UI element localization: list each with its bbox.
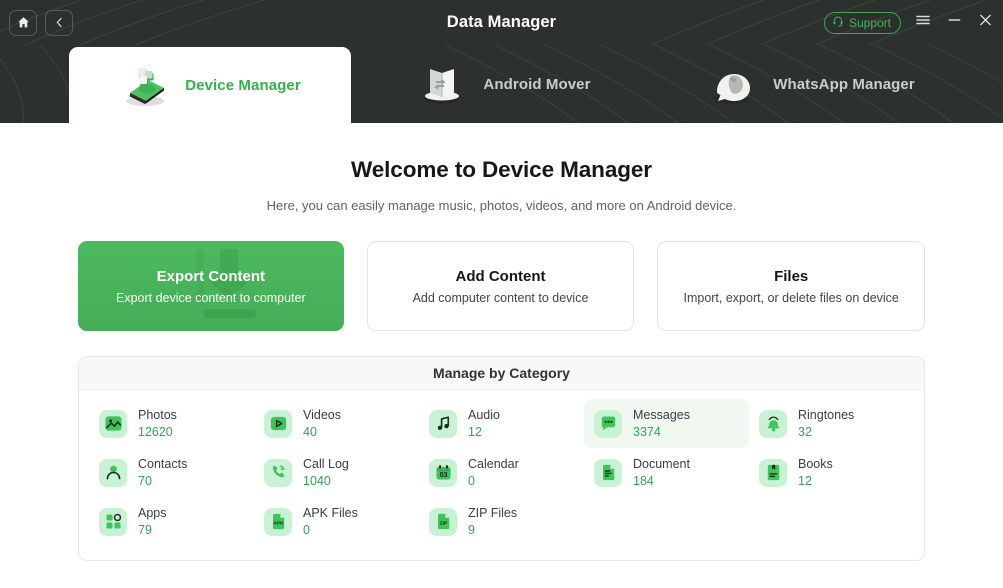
category-label: Apps xyxy=(138,505,167,520)
welcome-subtitle: Here, you can easily manage music, photo… xyxy=(266,198,737,213)
add-content-card[interactable]: Add Content Add computer content to devi… xyxy=(366,241,635,331)
category-item-videos[interactable]: Videos 40 xyxy=(254,399,419,448)
category-count: 12 xyxy=(798,474,812,488)
tab-device-manager[interactable]: Device Manager xyxy=(69,47,351,123)
home-button[interactable] xyxy=(9,9,37,36)
category-label: Contacts xyxy=(138,456,188,471)
category-count: 12 xyxy=(468,425,482,439)
back-button[interactable] xyxy=(45,9,73,36)
zip-file-icon: ZIP xyxy=(429,507,457,536)
category-item-apk-files[interactable]: APK APK Files 0 xyxy=(254,497,419,546)
main-content: Welcome to Device Manager Here, you can … xyxy=(0,123,1003,588)
menu-button[interactable] xyxy=(914,14,932,32)
category-item-apps[interactable]: Apps 79 xyxy=(89,497,254,546)
android-mover-icon xyxy=(417,59,469,109)
category-count: 0 xyxy=(468,474,475,488)
apk-file-icon: APK xyxy=(264,507,292,536)
minimize-icon xyxy=(947,13,962,32)
hamburger-menu-icon xyxy=(915,13,931,32)
calendar-icon: 03 xyxy=(429,458,457,487)
category-count: 1040 xyxy=(303,474,331,488)
tab-android-mover[interactable]: Android Mover xyxy=(359,45,649,123)
category-item-zip-files[interactable]: ZIP ZIP Files 9 xyxy=(419,497,584,546)
category-label: Call Log xyxy=(303,456,349,471)
category-label: Ringtones xyxy=(798,407,855,422)
category-count: 79 xyxy=(138,523,152,537)
category-grid: Photos 12620 Videos 40 Audio 12 Messages… xyxy=(79,390,924,560)
export-content-card[interactable]: Export Content Export device content to … xyxy=(78,241,344,331)
support-button[interactable]: Support xyxy=(823,11,901,34)
category-label: Photos xyxy=(138,407,177,422)
messages-icon xyxy=(594,409,622,438)
category-label: Document xyxy=(633,456,690,471)
back-chevron-icon xyxy=(53,16,66,29)
home-icon xyxy=(17,16,30,29)
svg-text:03: 03 xyxy=(439,472,447,479)
category-row: Photos 12620 Videos 40 Audio 12 Messages… xyxy=(89,399,914,448)
category-count: 32 xyxy=(798,425,812,439)
add-content-title: Add Content xyxy=(455,267,546,285)
svg-text:ZIP: ZIP xyxy=(439,521,447,527)
headset-icon xyxy=(832,15,844,30)
svg-text:APK: APK xyxy=(273,521,284,527)
category-item-messages[interactable]: Messages 3374 xyxy=(584,399,749,448)
category-item-contacts[interactable]: Contacts 70 xyxy=(89,448,254,497)
whatsapp-icon xyxy=(707,59,759,109)
category-item-document[interactable]: Document 184 xyxy=(584,448,749,497)
category-item-books[interactable]: Books 12 xyxy=(749,448,914,497)
photo-icon xyxy=(99,409,127,438)
category-item-call-log[interactable]: Call Log 1040 xyxy=(254,448,419,497)
calllog-icon xyxy=(264,458,292,487)
files-title: Files xyxy=(774,267,809,285)
category-row: Contacts 70 Call Log 1040 03 Calendar 0 … xyxy=(89,448,914,497)
welcome-heading: Welcome to Device Manager xyxy=(351,157,652,182)
contacts-icon xyxy=(99,458,127,487)
export-content-title: Export Content xyxy=(156,267,265,285)
category-count: 3374 xyxy=(633,425,661,439)
audio-icon xyxy=(429,409,457,438)
category-count: 12620 xyxy=(138,425,173,439)
files-subtitle: Import, export, or delete files on devic… xyxy=(683,290,899,305)
category-label: Videos xyxy=(303,407,341,422)
category-label: ZIP Files xyxy=(468,505,518,520)
support-label: Support xyxy=(848,15,891,30)
books-icon xyxy=(759,458,787,487)
ringtone-icon xyxy=(759,409,787,438)
close-button[interactable] xyxy=(976,14,994,32)
title-bar: Data Manager Support xyxy=(0,0,1003,45)
category-label: Messages xyxy=(633,407,690,422)
category-label: Audio xyxy=(468,407,500,422)
minimize-button[interactable] xyxy=(945,14,963,32)
files-card[interactable]: Files Import, export, or delete files on… xyxy=(657,241,926,331)
document-icon xyxy=(594,458,622,487)
tab-whatsapp-manager[interactable]: WhatsApp Manager xyxy=(661,45,961,123)
category-item-calendar[interactable]: 03 Calendar 0 xyxy=(419,448,584,497)
action-card-group: Export Content Export device content to … xyxy=(0,241,1003,331)
category-label: Books xyxy=(798,456,833,471)
video-icon xyxy=(264,409,292,438)
category-label: Calendar xyxy=(468,456,519,471)
category-label: APK Files xyxy=(303,505,358,520)
category-count: 0 xyxy=(303,523,310,537)
add-content-subtitle: Add computer content to device xyxy=(412,290,589,305)
export-content-subtitle: Export device content to computer xyxy=(115,290,306,305)
tab-device-manager-label: Device Manager xyxy=(185,76,301,94)
apps-icon xyxy=(99,507,127,536)
category-count: 184 xyxy=(633,474,654,488)
category-row: Apps 79 APK APK Files 0 ZIP ZIP Files 9 xyxy=(89,497,914,546)
device-phone-icon xyxy=(119,60,171,110)
category-count: 9 xyxy=(468,523,475,537)
category-count: 70 xyxy=(138,474,152,488)
download-arrow-icon xyxy=(195,249,256,318)
module-tab-strip: Device Manager Android Mover WhatsApp Ma… xyxy=(0,45,1003,123)
close-icon xyxy=(978,13,993,32)
manage-by-category-header: Manage by Category xyxy=(79,357,924,390)
tab-whatsapp-manager-label: WhatsApp Manager xyxy=(773,75,915,93)
manage-by-category-panel: Manage by Category Photos 12620 Videos 4… xyxy=(78,356,925,561)
category-item-ringtones[interactable]: Ringtones 32 xyxy=(749,399,914,448)
category-count: 40 xyxy=(303,425,317,439)
tab-android-mover-label: Android Mover xyxy=(483,75,591,93)
category-item-photos[interactable]: Photos 12620 xyxy=(89,399,254,448)
category-item-audio[interactable]: Audio 12 xyxy=(419,399,584,448)
